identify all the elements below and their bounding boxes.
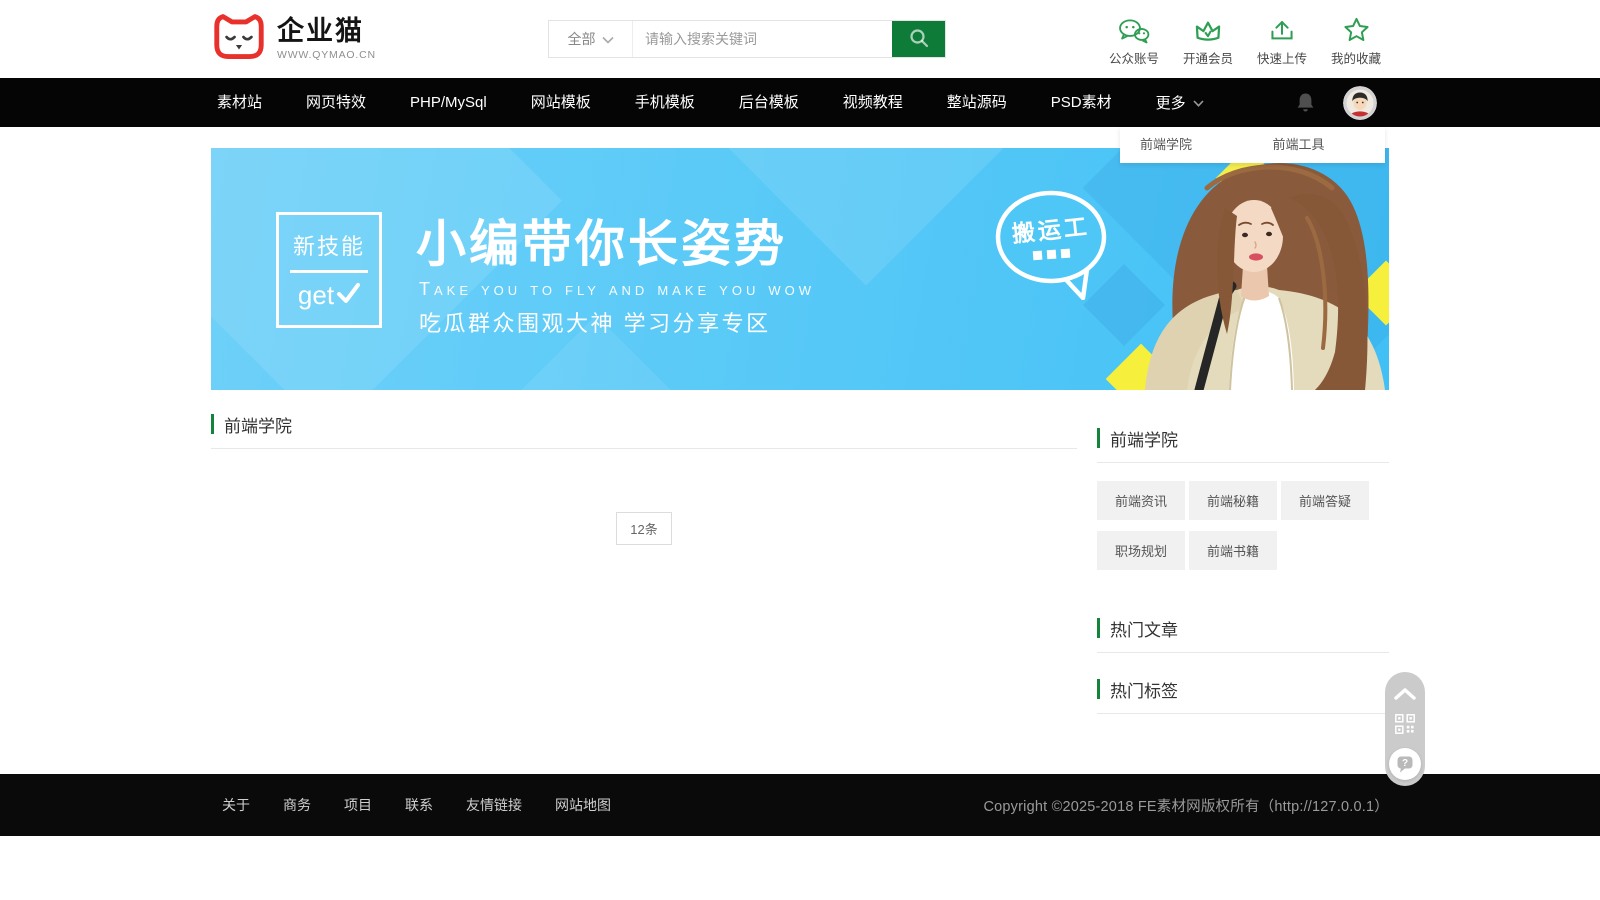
footer-link[interactable]: 网站地图 (555, 795, 611, 815)
footer-links: 关于 商务 项目 联系 友情链接 网站地图 (211, 795, 611, 815)
section-divider (211, 448, 1077, 449)
chevron-down-icon (602, 31, 614, 47)
nav-item[interactable]: 素材站 (211, 78, 284, 127)
banner-speech-bubble: 搬运工 (993, 188, 1115, 305)
sidebar-title-hot-articles: 热门文章 (1097, 616, 1389, 640)
notifications-bell-icon[interactable] (1296, 92, 1315, 114)
public-account-button[interactable]: 公众账号 (1101, 12, 1167, 67)
search-category-label: 全部 (568, 29, 596, 49)
back-to-top-button[interactable] (1394, 688, 1416, 700)
total-count-badge: 12条 (616, 512, 671, 545)
section-title-frontend-academy: 前端学院 (211, 412, 1077, 436)
tag-chip[interactable]: 前端书籍 (1189, 531, 1277, 570)
search-box: 全部 (548, 20, 946, 58)
help-question-mark: ? (1402, 758, 1408, 769)
footer-link[interactable]: 联系 (405, 795, 433, 815)
logo-subtitle: WWW.QYMAO.CN (277, 49, 376, 61)
question-bubble-icon: ? (1396, 755, 1414, 773)
search-input[interactable] (633, 21, 892, 57)
copyright-text: Copyright ©2025-2018 FE素材网版权所有（http://12… (983, 795, 1389, 816)
article-list-panel: 前端学院 12条 (211, 412, 1077, 545)
tag-chip[interactable]: 前端答疑 (1281, 481, 1369, 520)
floating-toolbar: ? (1385, 672, 1425, 786)
logo-title: 企业猫 (277, 17, 376, 47)
nav-item[interactable]: 后台模板 (717, 78, 821, 127)
nav-item[interactable]: 视频教程 (821, 78, 925, 127)
banner-subtitle: Take you to fly and make you wow (419, 279, 815, 300)
qr-code-icon (1395, 714, 1415, 734)
nav-item[interactable]: 整站源码 (925, 78, 1029, 127)
section-title-text: 前端学院 (224, 412, 292, 437)
check-icon (336, 280, 360, 311)
star-icon (1323, 12, 1389, 44)
header-actions: 公众账号 开通会员 快 (1101, 12, 1389, 67)
section-divider (1097, 713, 1389, 714)
crown-icon (1175, 12, 1241, 44)
sidebar-title-frontend-academy: 前端学院 (1097, 426, 1389, 450)
tag-chip[interactable]: 职场规划 (1097, 531, 1185, 570)
nav-more-button[interactable]: 更多 (1134, 78, 1212, 127)
section-divider (1097, 462, 1389, 463)
quick-upload-button[interactable]: 快速上传 (1249, 12, 1315, 67)
wechat-icon (1101, 12, 1167, 44)
dropdown-item-frontend-tools[interactable]: 前端工具 (1253, 127, 1386, 163)
sidebar-title-text: 前端学院 (1110, 426, 1178, 451)
main-content: 前端学院 12条 前端学院 前端资讯 前端秘籍 前端答疑 职场规划 前端书籍 热… (211, 412, 1389, 714)
banner-title: 小编带你长姿势 (416, 204, 787, 276)
more-dropdown-menu: 前端学院 前端工具 (1120, 127, 1385, 163)
search-category-select[interactable]: 全部 (549, 21, 633, 57)
open-membership-label: 开通会员 (1175, 48, 1241, 67)
banner-badge-top: 新技能 (293, 229, 365, 261)
dropdown-item-frontend-academy[interactable]: 前端学院 (1120, 127, 1253, 163)
nav-item[interactable]: PSD素材 (1029, 78, 1134, 127)
sidebar-title-text: 热门文章 (1110, 616, 1178, 641)
tag-chip[interactable]: 前端秘籍 (1189, 481, 1277, 520)
open-membership-button[interactable]: 开通会员 (1175, 12, 1241, 67)
site-header: 企业猫 WWW.QYMAO.CN 全部 (0, 0, 1600, 78)
sidebar: 前端学院 前端资讯 前端秘籍 前端答疑 职场规划 前端书籍 热门文章 热门标签 (1097, 412, 1389, 714)
section-divider (1097, 652, 1389, 653)
banner-badge-divider (290, 270, 368, 273)
banner-tagline: 吃瓜群众围观大神 学习分享专区 (419, 306, 771, 338)
sidebar-title-hot-tags: 热门标签 (1097, 677, 1389, 701)
banner-badge: 新技能 get (276, 212, 382, 328)
tag-chip[interactable]: 前端资讯 (1097, 481, 1185, 520)
cat-logo-icon (211, 13, 267, 66)
user-avatar[interactable] (1343, 86, 1377, 120)
quick-upload-label: 快速上传 (1249, 48, 1315, 67)
chevron-down-icon (1193, 94, 1204, 111)
nav-more-label: 更多 (1156, 92, 1186, 113)
my-favorites-label: 我的收藏 (1323, 48, 1389, 67)
footer-link[interactable]: 商务 (283, 795, 311, 815)
chevron-up-icon (1394, 688, 1416, 700)
footer-link[interactable]: 友情链接 (466, 795, 522, 815)
help-button[interactable]: ? (1389, 748, 1421, 780)
pagination: 12条 (211, 512, 1077, 545)
qr-code-button[interactable] (1395, 714, 1415, 734)
search-icon (908, 27, 930, 52)
nav-item[interactable]: 网站模板 (509, 78, 613, 127)
nav-item[interactable]: 网页特效 (284, 78, 388, 127)
footer-link[interactable]: 关于 (222, 795, 250, 815)
public-account-label: 公众账号 (1101, 48, 1167, 67)
site-footer: 关于 商务 项目 联系 友情链接 网站地图 Copyright ©2025-20… (0, 774, 1600, 836)
banner-model-photo (1137, 148, 1389, 390)
footer-link[interactable]: 项目 (344, 795, 372, 815)
sidebar-title-text: 热门标签 (1110, 677, 1178, 702)
my-favorites-button[interactable]: 我的收藏 (1323, 12, 1389, 67)
upload-icon (1249, 12, 1315, 44)
site-logo[interactable]: 企业猫 WWW.QYMAO.CN (211, 13, 376, 66)
banner-badge-bottom: get (298, 280, 334, 311)
search-button[interactable] (892, 21, 945, 57)
main-nav: 素材站 网页特效 PHP/MySql 网站模板 手机模板 后台模板 视频教程 整… (0, 78, 1600, 127)
category-tag-list: 前端资讯 前端秘籍 前端答疑 职场规划 前端书籍 (1097, 481, 1389, 570)
promo-banner[interactable]: 新技能 get 小编带你长姿势 Take you to fly and make… (211, 148, 1389, 390)
nav-item[interactable]: PHP/MySql (388, 78, 509, 127)
nav-item[interactable]: 手机模板 (613, 78, 717, 127)
